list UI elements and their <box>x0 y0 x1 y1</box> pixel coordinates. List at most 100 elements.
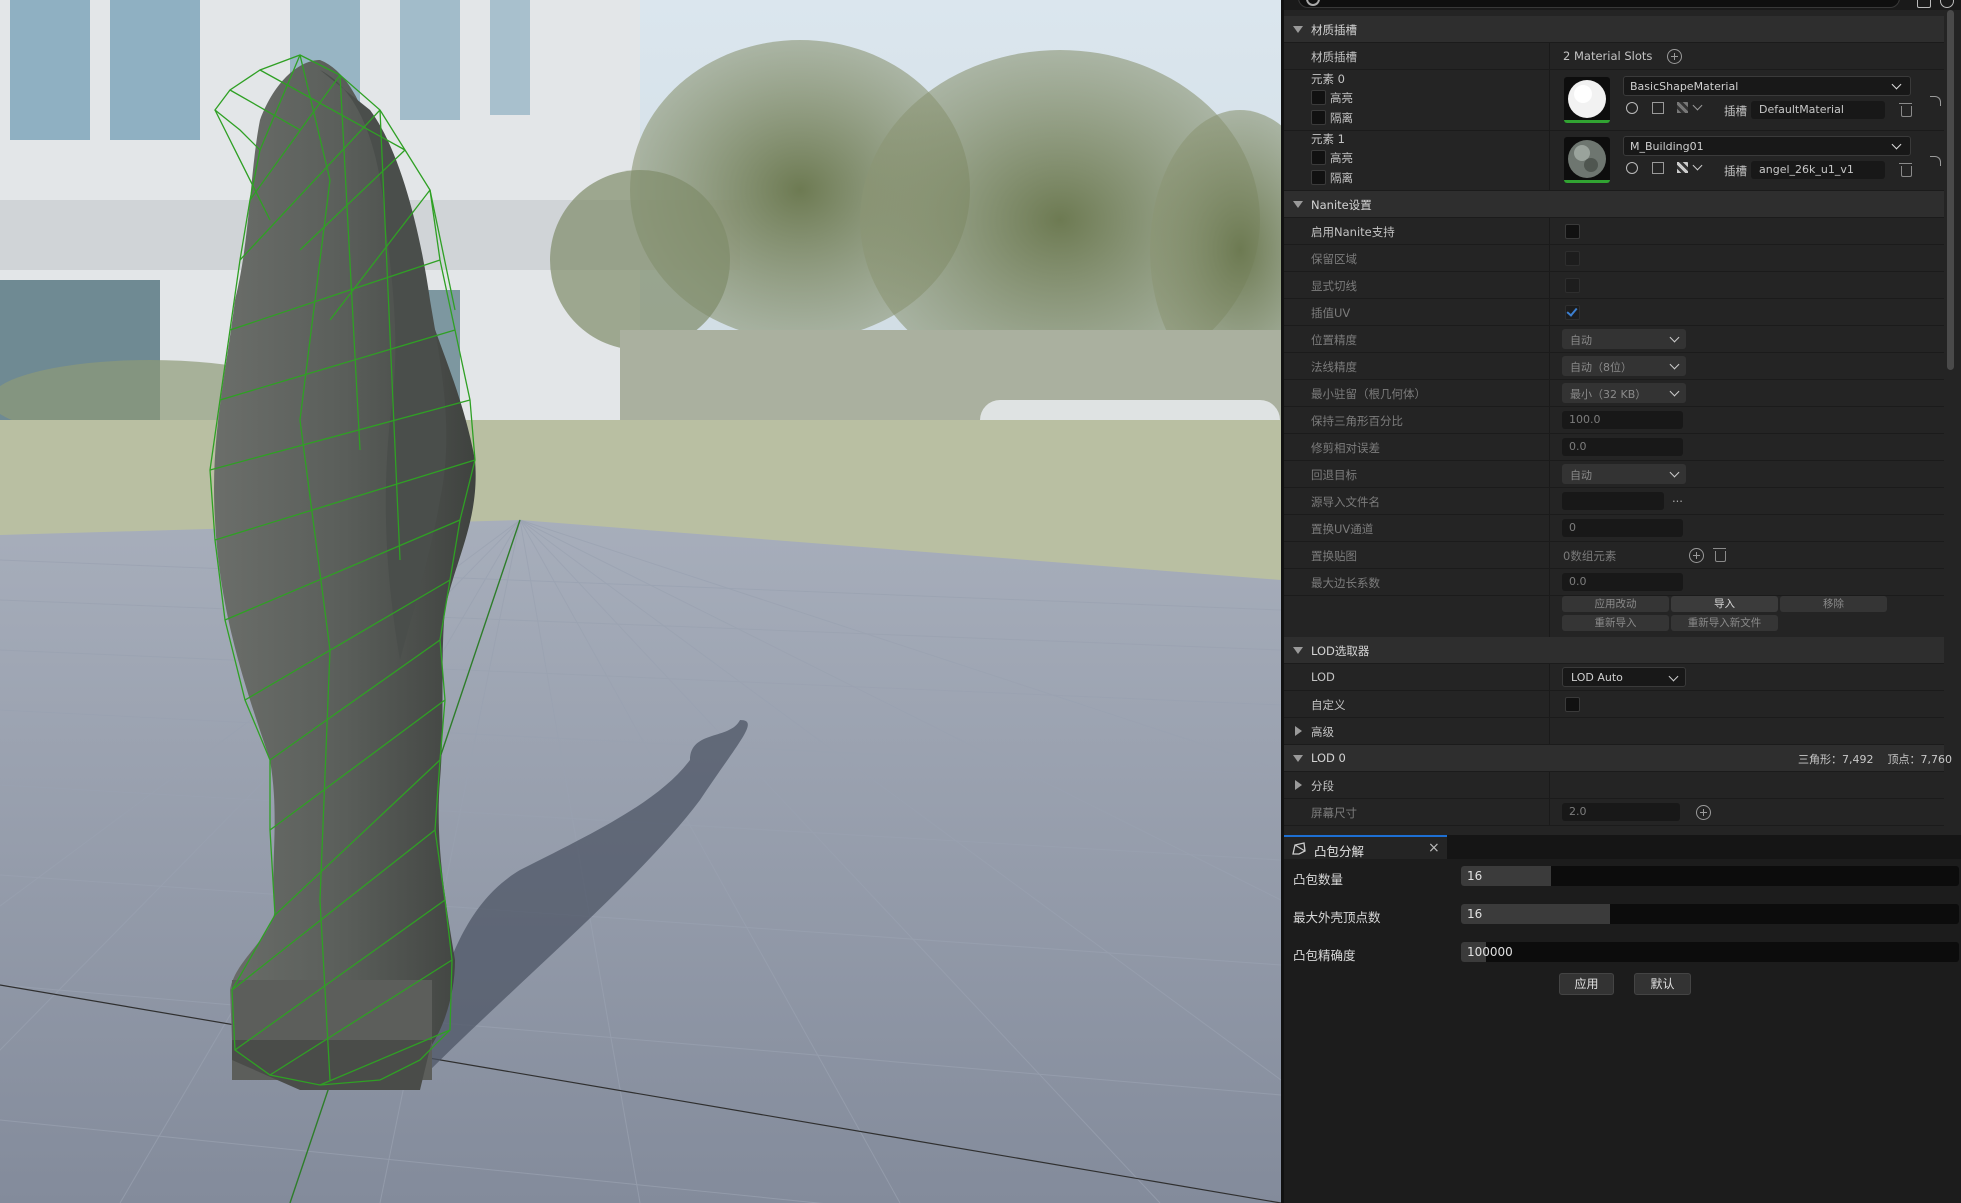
import-button[interactable]: 导入 <box>1671 596 1778 612</box>
remove-button[interactable]: 移除 <box>1780 596 1887 612</box>
delete-icon[interactable] <box>1713 548 1726 562</box>
section-lod0[interactable]: LOD 0 三角形：7,492 顶点：7,760 <box>1284 745 1952 772</box>
details-search-input[interactable] <box>1298 0 1900 8</box>
highlight-label: 高亮 <box>1330 151 1353 165</box>
hull-icon <box>1292 842 1306 855</box>
tab-convex-decomposition[interactable]: 凸包分解 × <box>1284 835 1447 859</box>
highlight-checkbox[interactable] <box>1311 150 1326 165</box>
section-nanite[interactable]: Nanite设置 <box>1284 191 1944 218</box>
input-value: 0.0 <box>1569 440 1587 453</box>
chevron-down-icon <box>1891 139 1902 150</box>
lerp-uvs-checkbox[interactable] <box>1565 305 1580 320</box>
row-label: 修剪相对误差 <box>1311 441 1380 455</box>
chevron-down-icon <box>1669 332 1680 343</box>
apply-changes-button[interactable]: 应用改动 <box>1562 596 1669 612</box>
chevron-down-icon[interactable] <box>1692 160 1703 171</box>
highlight-checkbox[interactable] <box>1311 90 1326 105</box>
expand-arrow-icon[interactable] <box>1295 780 1302 790</box>
max-edge-input[interactable]: 0.0 <box>1562 573 1683 591</box>
element-label: 元素 0 <box>1311 72 1345 86</box>
section-material-slots[interactable]: 材质插槽 <box>1284 16 1944 43</box>
custom-checkbox[interactable] <box>1565 697 1580 712</box>
slot-name-field[interactable]: angel_26k_u1_v1 <box>1751 161 1885 179</box>
isolate-label: 隔离 <box>1330 111 1353 125</box>
collapse-arrow-icon[interactable] <box>1293 201 1303 208</box>
precision-row: 凸包精确度 100000 <box>1284 938 1961 968</box>
delete-icon[interactable] <box>1899 163 1912 177</box>
nanite-row-keep-percent: 保持三角形百分比 100.0 <box>1284 407 1944 434</box>
default-button[interactable]: 默认 <box>1634 973 1691 995</box>
expand-arrow-icon[interactable] <box>1295 726 1302 736</box>
checker-icon[interactable] <box>1677 162 1688 173</box>
checker-icon[interactable] <box>1677 102 1688 113</box>
material-dropdown[interactable]: M_Building01 <box>1623 136 1911 156</box>
material-slots-label: 材质插槽 <box>1311 50 1357 64</box>
trim-error-input[interactable]: 0.0 <box>1562 438 1683 456</box>
apply-button[interactable]: 应用 <box>1559 973 1614 995</box>
delete-icon[interactable] <box>1899 103 1912 117</box>
browse-button[interactable]: ... <box>1672 491 1683 505</box>
add-icon[interactable] <box>1696 805 1711 820</box>
material-dropdown[interactable]: BasicShapeMaterial <box>1623 76 1911 96</box>
browse-icon[interactable] <box>1652 102 1664 114</box>
reset-icon[interactable] <box>1930 156 1941 166</box>
isolate-checkbox[interactable] <box>1311 110 1326 125</box>
close-icon[interactable]: × <box>1428 840 1440 856</box>
hull-count-row: 凸包数量 16 <box>1284 862 1961 892</box>
slider-value: 16 <box>1467 869 1483 883</box>
slot-label: 插槽 <box>1724 164 1747 178</box>
nanite-row-position-precision: 位置精度 自动 <box>1284 326 1944 353</box>
isolate-checkbox[interactable] <box>1311 170 1326 185</box>
add-slot-icon[interactable] <box>1667 49 1682 64</box>
screen-size-input[interactable]: 2.0 <box>1562 803 1680 821</box>
use-selected-icon[interactable] <box>1626 102 1638 114</box>
row-label: 显式切线 <box>1311 279 1357 293</box>
collapse-arrow-icon[interactable] <box>1293 647 1303 654</box>
collapse-arrow-icon[interactable] <box>1293 755 1303 762</box>
reimport-button[interactable]: 重新导入 <box>1562 615 1669 631</box>
normal-precision-dropdown[interactable]: 自动（8位） <box>1562 356 1686 376</box>
nanite-row-max-edge: 最大边长系数 0.0 <box>1284 569 1944 596</box>
lod-advanced-row[interactable]: 高级 <box>1284 718 1944 745</box>
keep-percent-input[interactable]: 100.0 <box>1562 411 1683 429</box>
chevron-down-icon <box>1891 79 1902 90</box>
chevron-down-icon[interactable] <box>1692 100 1703 111</box>
displacement-uv-input[interactable]: 0 <box>1562 519 1683 537</box>
position-precision-dropdown[interactable]: 自动 <box>1562 329 1686 349</box>
browse-icon[interactable] <box>1652 162 1664 174</box>
row-label: 保持三角形百分比 <box>1311 414 1403 428</box>
chevron-down-icon <box>1668 671 1679 682</box>
section-title: LOD选取器 <box>1311 644 1370 658</box>
hull-count-slider[interactable]: 16 <box>1461 866 1959 886</box>
details-panel: 材质插槽 材质插槽 2 Material Slots 元素 0 高亮 隔离 Ba… <box>1281 0 1961 835</box>
source-file-input[interactable] <box>1562 492 1664 510</box>
row-label: 插值UV <box>1311 306 1351 320</box>
reset-icon[interactable] <box>1930 96 1941 106</box>
section-lod-picker[interactable]: LOD选取器 <box>1284 637 1944 664</box>
enable-nanite-checkbox[interactable] <box>1565 224 1580 239</box>
explicit-tangents-checkbox[interactable] <box>1565 278 1580 293</box>
slot-name-field[interactable]: DefaultMaterial <box>1751 101 1885 119</box>
collapse-arrow-icon[interactable] <box>1293 26 1303 33</box>
material-thumbnail[interactable] <box>1564 137 1610 183</box>
precision-slider[interactable]: 100000 <box>1461 942 1959 962</box>
chevron-down-icon <box>1669 467 1680 478</box>
lod0-sections-row[interactable]: 分段 <box>1284 772 1944 799</box>
preserve-area-checkbox[interactable] <box>1565 251 1580 266</box>
min-residency-dropdown[interactable]: 最小（32 KB） <box>1562 383 1686 403</box>
viewport[interactable] <box>0 0 1281 1203</box>
lod-row: LOD LOD Auto <box>1284 664 1944 691</box>
use-selected-icon[interactable] <box>1626 162 1638 174</box>
fallback-target-dropdown[interactable]: 自动 <box>1562 464 1686 484</box>
layout-icon[interactable] <box>1917 0 1931 8</box>
reimport-new-file-button[interactable]: 重新导入新文件 <box>1671 615 1778 631</box>
max-verts-slider[interactable]: 16 <box>1461 904 1959 924</box>
viewport-scene[interactable] <box>0 0 1281 1203</box>
details-scrollbar[interactable] <box>1947 10 1954 370</box>
material-thumbnail[interactable] <box>1564 77 1610 123</box>
add-element-icon[interactable] <box>1689 548 1704 563</box>
settings-icon[interactable] <box>1940 0 1954 8</box>
lod-dropdown[interactable]: LOD Auto <box>1562 667 1686 687</box>
input-value: 0 <box>1569 521 1576 534</box>
nanite-buttons-row: 应用改动 导入 移除 重新导入 重新导入新文件 <box>1284 596 1944 639</box>
